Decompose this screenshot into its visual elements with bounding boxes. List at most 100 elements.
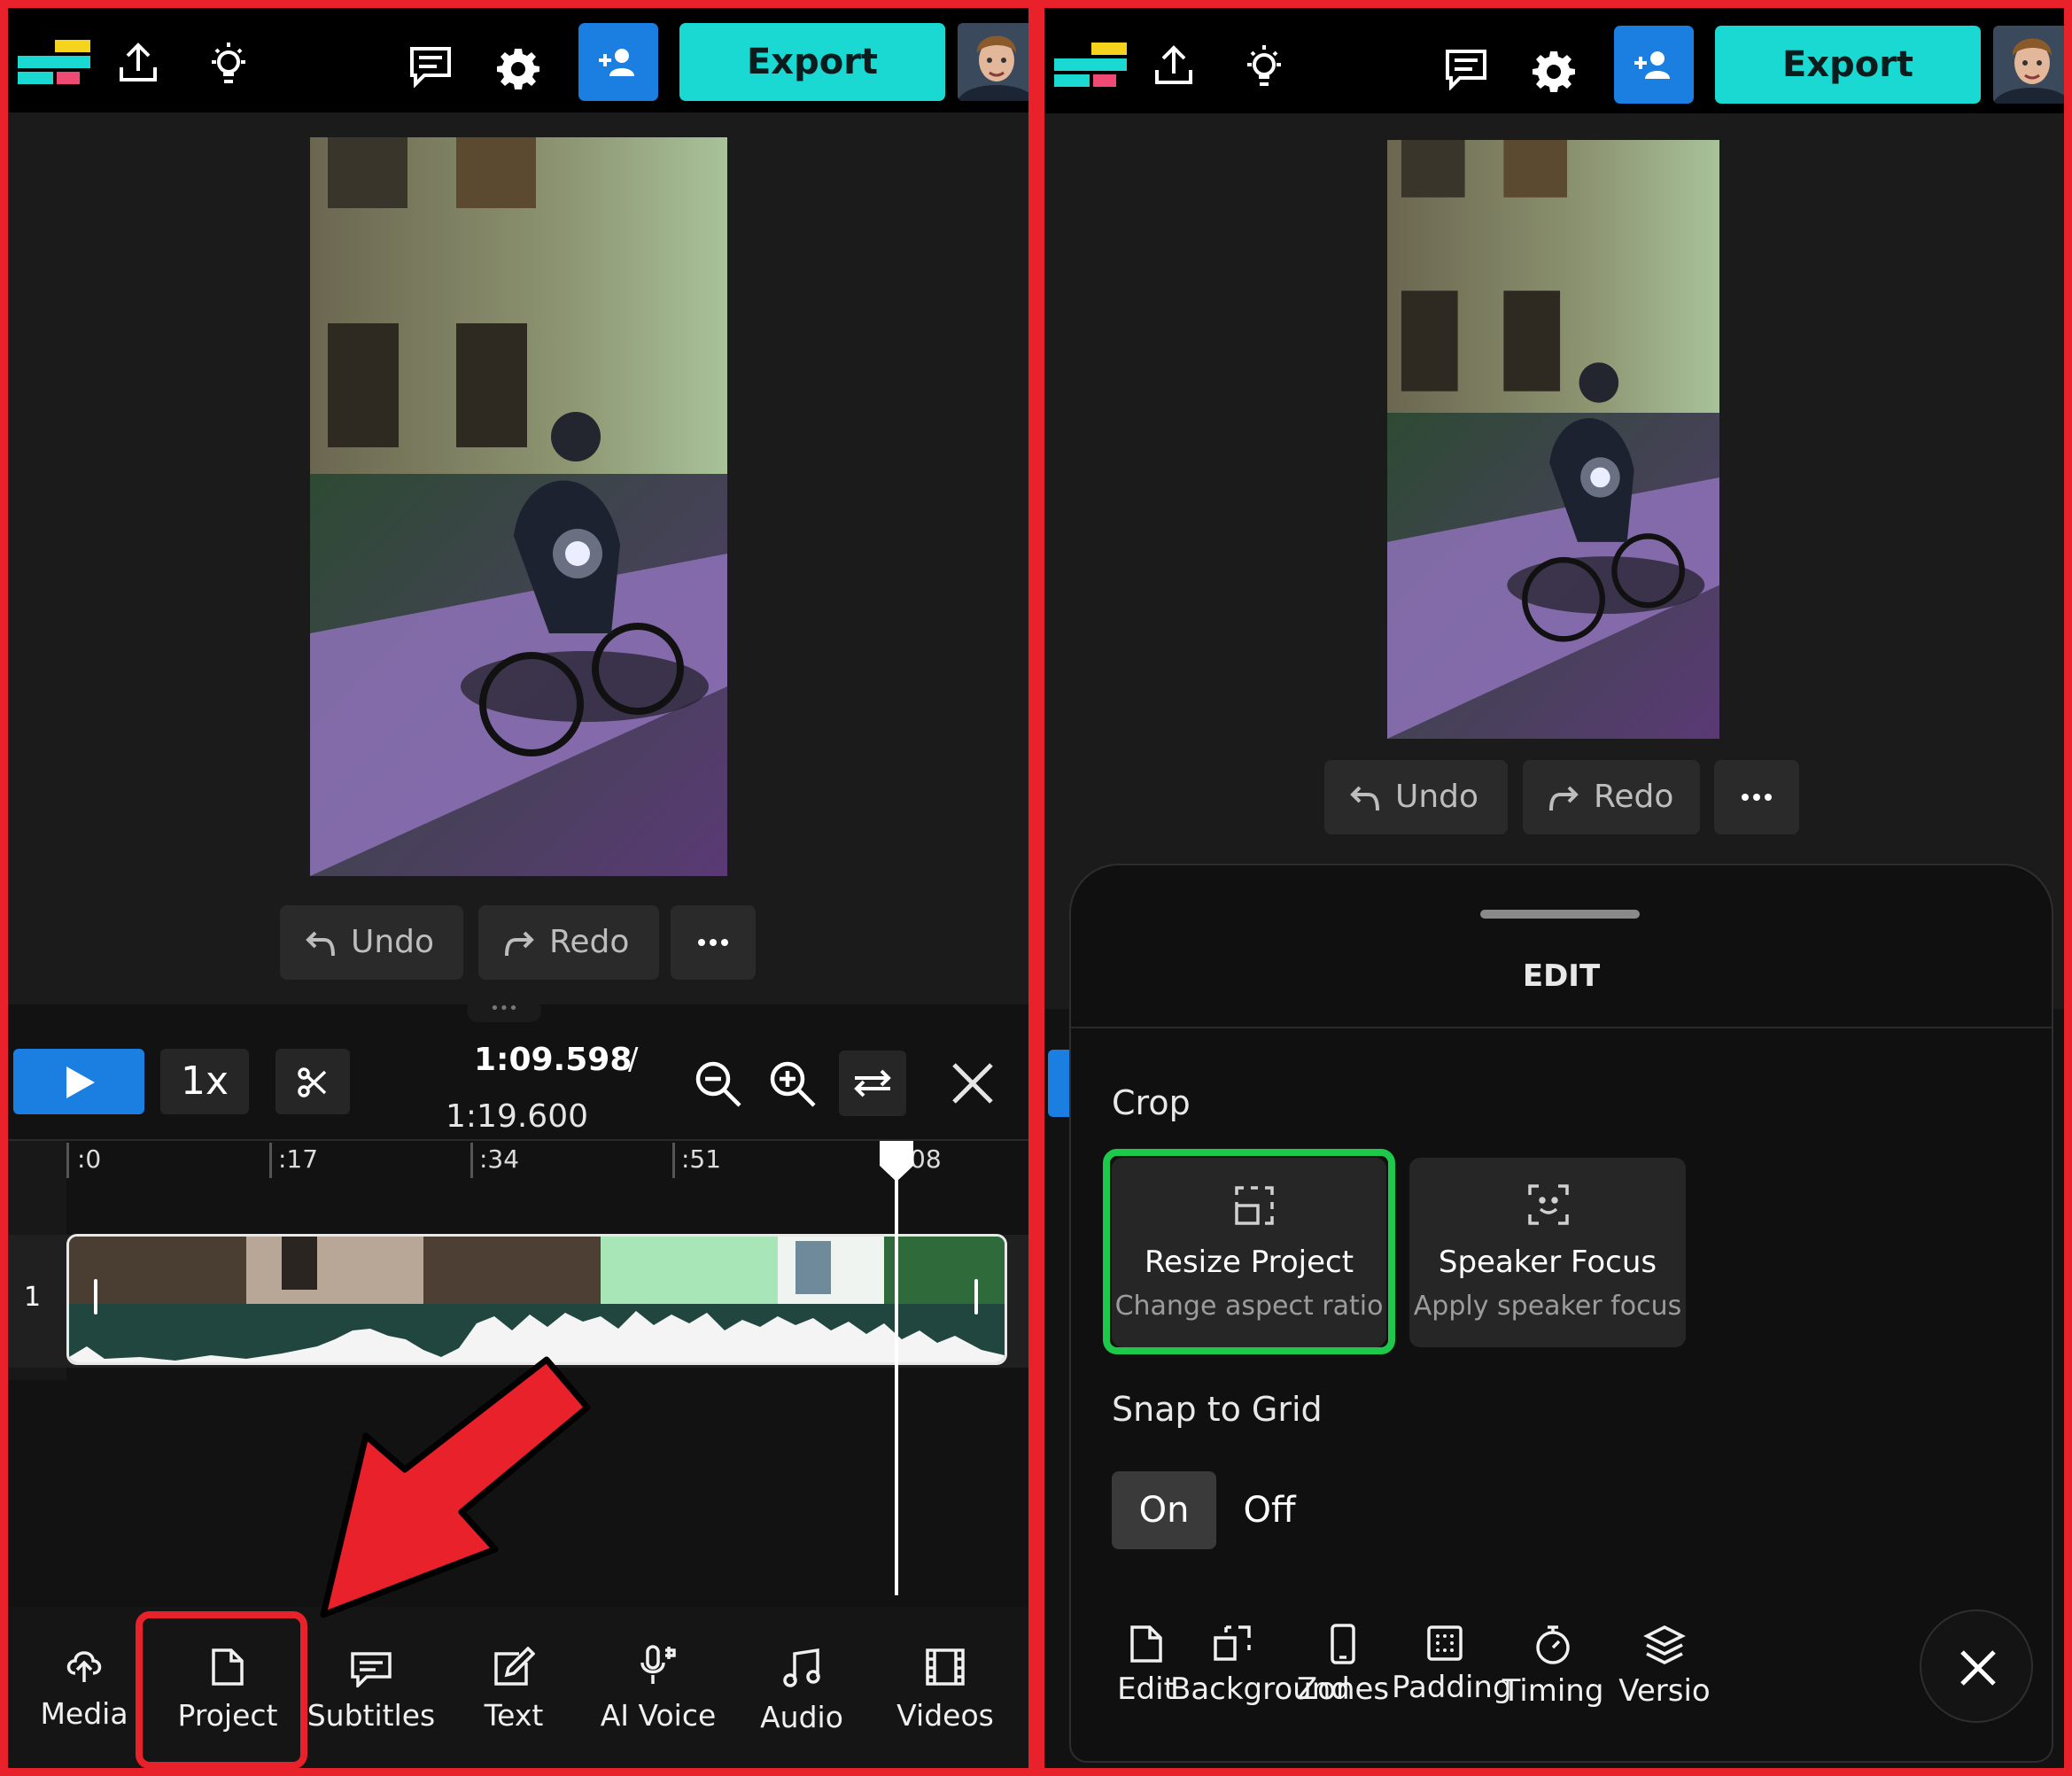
pointer-arrow-icon [320, 1356, 591, 1618]
lightbulb-icon[interactable] [205, 39, 252, 89]
time-separator: / [628, 1042, 639, 1077]
user-avatar[interactable] [958, 23, 1028, 101]
speaker-focus-subtitle: Apply speaker focus [1413, 1291, 1682, 1322]
tool-zones[interactable]: Zones [1294, 1624, 1392, 1707]
tool-padding[interactable]: Padding [1392, 1624, 1512, 1705]
more-options-button[interactable] [671, 905, 756, 980]
upload-cloud-icon [66, 1651, 102, 1682]
app-logo-icon[interactable] [1049, 37, 1130, 92]
nav-text[interactable]: Text [465, 1647, 563, 1733]
music-note-icon [783, 1648, 820, 1687]
top-toolbar: Export [1044, 8, 2064, 113]
sheet-divider [1071, 1027, 2052, 1028]
speaker-focus-card[interactable]: Speaker Focus Apply speaker focus [1409, 1158, 1686, 1347]
share-upload-icon[interactable] [1152, 43, 1196, 88]
scissors-icon [298, 1067, 327, 1097]
gear-icon[interactable] [1533, 50, 1575, 92]
redo-button[interactable]: Redo [478, 905, 659, 980]
video-preview[interactable] [1387, 140, 1719, 739]
undo-label: Undo [1395, 779, 1479, 815]
close-icon [1960, 1650, 1996, 1686]
tool-timing[interactable]: Timing [1498, 1624, 1608, 1709]
export-button[interactable]: Export [1715, 26, 1981, 104]
more-dots-icon [698, 939, 728, 946]
redo-label: Redo [1594, 779, 1674, 815]
undo-icon [306, 931, 335, 957]
face-focus-icon [1528, 1184, 1569, 1225]
tool-zones-label: Zones [1296, 1671, 1390, 1707]
more-dots-icon [1742, 794, 1772, 801]
speed-button[interactable]: 1x [160, 1049, 249, 1114]
redo-label: Redo [549, 924, 630, 960]
phone-icon [1331, 1624, 1355, 1664]
redo-icon [1549, 786, 1579, 811]
nav-text-label: Text [484, 1698, 544, 1733]
snap-off-button[interactable]: Off [1225, 1471, 1314, 1549]
nav-audio-label: Audio [760, 1700, 843, 1734]
tool-versions[interactable]: Versio [1615, 1624, 1714, 1709]
track-number: 1 [24, 1282, 42, 1313]
ruler-label: :51 [681, 1144, 722, 1174]
undo-label: Undo [351, 924, 435, 960]
sheet-drag-handle[interactable] [1480, 910, 1640, 919]
speaker-focus-title: Speaker Focus [1438, 1245, 1657, 1280]
more-options-button[interactable] [1714, 760, 1799, 834]
nav-subtitles[interactable]: Subtitles [306, 1650, 437, 1733]
tool-background[interactable]: Background [1170, 1624, 1350, 1707]
close-timeline-icon[interactable] [951, 1061, 995, 1105]
play-icon [66, 1066, 95, 1098]
ruler-tick [66, 1143, 69, 1178]
close-sheet-button[interactable] [1920, 1609, 2033, 1723]
invite-user-button[interactable] [578, 23, 658, 101]
gear-icon[interactable] [497, 47, 539, 89]
nav-videos[interactable]: Videos [890, 1647, 1000, 1733]
avatar-image [1993, 26, 2064, 104]
playhead-marker-icon[interactable] [878, 1141, 915, 1183]
clip-thumbnails [69, 1237, 1005, 1304]
play-button[interactable] [13, 1049, 144, 1114]
video-preview[interactable] [310, 137, 727, 876]
split-button[interactable] [275, 1049, 350, 1114]
snap-on-button[interactable]: On [1112, 1471, 1216, 1549]
padding-icon [1427, 1625, 1463, 1661]
nav-ai-voice[interactable]: AI Voice [596, 1643, 720, 1733]
share-upload-icon[interactable] [116, 41, 160, 85]
undo-button[interactable]: Undo [280, 905, 463, 980]
snap-heading: Snap to Grid [1112, 1390, 1323, 1429]
nav-media[interactable]: Media [31, 1643, 137, 1731]
playhead[interactable] [895, 1142, 898, 1595]
user-avatar[interactable] [1993, 26, 2064, 104]
comments-icon[interactable] [1444, 48, 1488, 90]
lightbulb-icon[interactable] [1240, 42, 1288, 91]
timeline-drag-handle[interactable]: ••• [467, 999, 541, 1022]
stopwatch-icon [1536, 1625, 1570, 1664]
zoom-out-icon[interactable] [694, 1059, 743, 1109]
undo-button[interactable]: Undo [1324, 760, 1508, 834]
ruler-label: :34 [479, 1144, 520, 1174]
sheet-title: EDIT [1522, 958, 1601, 994]
tool-timing-label: Timing [1502, 1673, 1604, 1709]
clip-left-handle[interactable] [94, 1279, 97, 1315]
video-clip[interactable] [66, 1234, 1007, 1365]
timeline-divider [8, 1139, 1028, 1141]
comments-icon[interactable] [408, 45, 453, 88]
export-button[interactable]: Export [679, 23, 945, 101]
tool-padding-label: Padding [1392, 1670, 1512, 1705]
swap-button[interactable] [839, 1051, 906, 1116]
redo-button[interactable]: Redo [1523, 760, 1700, 834]
clip-right-handle[interactable] [974, 1279, 978, 1315]
subtitles-icon [351, 1652, 392, 1687]
document-icon [1130, 1625, 1162, 1663]
swap-arrows-icon [854, 1069, 891, 1097]
ruler-label: :17 [278, 1144, 319, 1174]
zoom-in-icon[interactable] [768, 1059, 818, 1109]
crop-heading: Crop [1112, 1083, 1191, 1122]
edit-bottom-sheet: EDIT Crop Resize Project Change aspect r… [1069, 864, 2053, 1763]
app-logo-icon[interactable] [12, 35, 94, 89]
nav-audio[interactable]: Audio [752, 1647, 851, 1734]
nav-ai-voice-label: AI Voice [600, 1698, 717, 1733]
invite-user-button[interactable] [1614, 26, 1694, 104]
add-user-icon [1634, 51, 1670, 79]
add-user-icon [599, 49, 634, 76]
top-toolbar: Export [8, 8, 1028, 112]
